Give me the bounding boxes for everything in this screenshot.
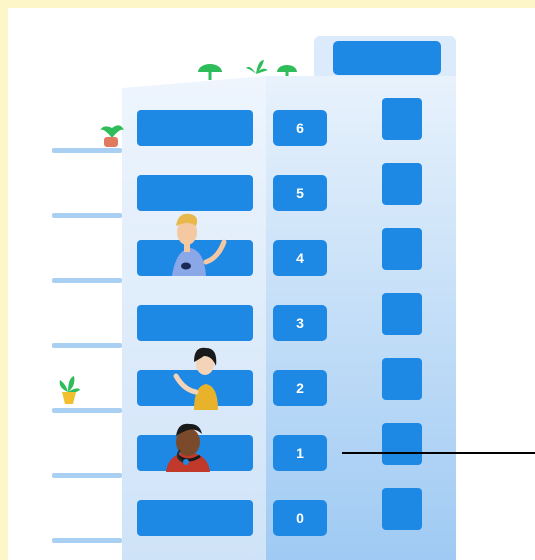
floor-number-label: 6 <box>296 120 304 136</box>
balcony-ledge <box>52 213 122 218</box>
balcony-ledge <box>52 343 122 348</box>
balcony-ledge <box>52 408 122 413</box>
balcony-ledge <box>52 473 122 478</box>
floor-number-label: 5 <box>296 185 304 201</box>
side-window <box>382 488 422 530</box>
floor-window <box>137 175 253 211</box>
side-window <box>382 163 422 205</box>
building-diagram: 6 5 4 3 2 1 0 <box>8 8 535 560</box>
side-window <box>382 293 422 335</box>
balcony-ledge <box>52 278 122 283</box>
floor-number-label: 2 <box>296 380 304 396</box>
floor-number-label: 0 <box>296 510 304 526</box>
side-window <box>382 228 422 270</box>
balcony-ledge <box>52 148 122 153</box>
floor-window <box>137 305 253 341</box>
side-window <box>382 423 422 465</box>
balcony-ledge <box>52 538 122 543</box>
floor-number-label: 1 <box>296 445 304 461</box>
floor-window <box>137 110 253 146</box>
floor-window <box>137 500 253 536</box>
floor-number-label: 3 <box>296 315 304 331</box>
floor-number-label: 4 <box>296 250 304 266</box>
side-window <box>382 98 422 140</box>
tower-window <box>333 41 441 75</box>
side-window <box>382 358 422 400</box>
